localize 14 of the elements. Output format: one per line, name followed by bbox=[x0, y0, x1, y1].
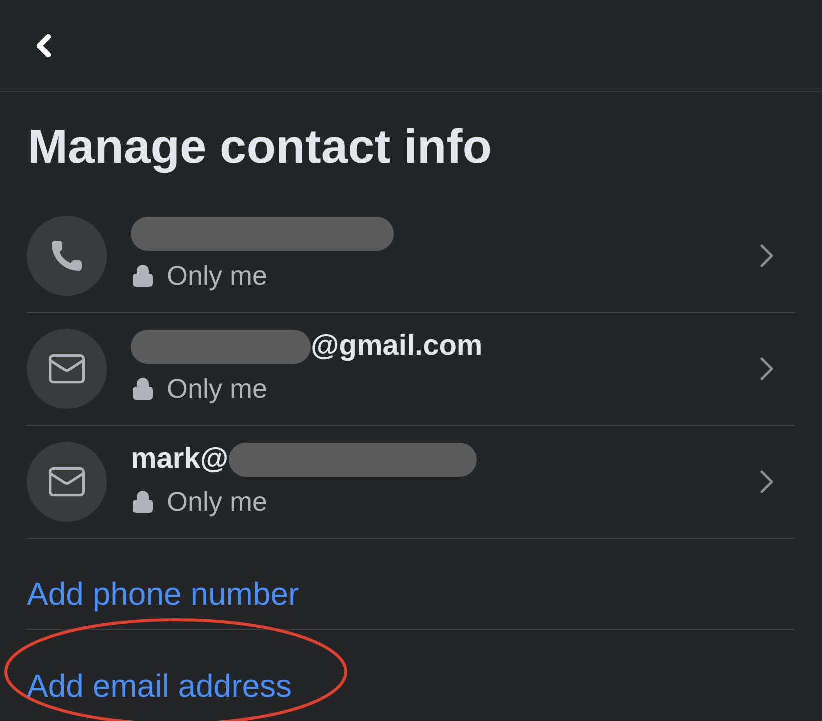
lock-icon bbox=[131, 264, 155, 288]
privacy-label: Only me bbox=[167, 486, 268, 519]
contact-row[interactable]: Only me bbox=[27, 200, 795, 313]
privacy-label: Only me bbox=[167, 260, 268, 293]
page-title: Manage contact info bbox=[28, 120, 494, 176]
lock-icon bbox=[131, 490, 155, 514]
phone-icon bbox=[49, 238, 85, 274]
lock-icon bbox=[131, 377, 155, 401]
contact-value: mark@ bbox=[131, 442, 229, 477]
contact-row[interactable]: mark@ Only me bbox=[27, 426, 795, 539]
contact-value: @gmail.com bbox=[311, 329, 483, 364]
contact-row[interactable]: @gmail.com Only me bbox=[27, 313, 795, 426]
privacy-label: Only me bbox=[167, 372, 268, 406]
add-link[interactable]: Add phone number bbox=[27, 570, 300, 618]
